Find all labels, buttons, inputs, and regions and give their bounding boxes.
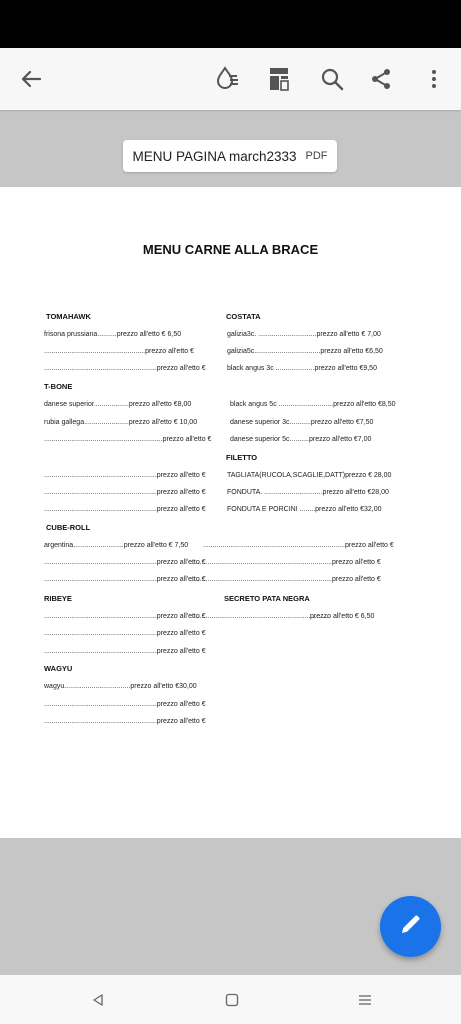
document-layout-icon[interactable] [264, 48, 294, 110]
menu-line: danese superior 5c..........prezzo all'e… [230, 436, 372, 443]
menu-line: ........................................… [44, 506, 206, 513]
menu-line: danese superior..................prezzo … [44, 401, 192, 408]
menu-line: ........................................… [44, 436, 212, 443]
menu-line: ........................................… [44, 472, 206, 479]
system-nav-bar [0, 975, 461, 1024]
menu-line: ........................................… [44, 348, 194, 355]
recents-menu-icon[interactable] [345, 975, 385, 1024]
section-title-wagyu: WAGYU [44, 664, 73, 673]
menu-line: ........................................… [44, 365, 206, 372]
more-vert-icon[interactable] [424, 48, 444, 110]
menu-line: rubia gallega.......................prez… [44, 419, 198, 426]
share-icon[interactable] [366, 48, 396, 110]
section-title-ribeye: RIBEYE [44, 594, 72, 603]
section-title-costata: COSTATA [226, 312, 261, 321]
menu-line: galizia5c...............................… [227, 348, 383, 355]
section-title-secreto: SECRETO PATA NEGRA [224, 594, 310, 603]
document-filename: MENU PAGINA march2333 [132, 148, 297, 164]
menu-line: danese superior 3c...........prezzo all'… [230, 419, 374, 426]
search-icon[interactable] [316, 48, 348, 110]
menu-line: black angus 3c ....................prezz… [227, 365, 377, 372]
document-title-chip: MENU PAGINA march2333 PDF [123, 140, 337, 172]
status-bar [0, 0, 461, 48]
menu-line: ........................................… [44, 489, 206, 496]
menu-line: black angus 5c .........................… [230, 401, 396, 408]
reading-mode-icon[interactable] [210, 48, 244, 110]
menu-line: ........................................… [190, 613, 329, 620]
menu-line: argentina..........................prezz… [44, 542, 189, 549]
menu-line: ........................................… [44, 701, 206, 708]
section-title-filetto: FILETTO [226, 453, 258, 462]
menu-line: wagyu..................................p… [44, 683, 197, 690]
menu-line: FONDUTA E PORCINI ........prezzo all'ett… [227, 506, 382, 513]
menu-line: ........................................… [44, 613, 206, 620]
edit-fab-button[interactable] [380, 896, 441, 957]
menu-line: ........................................… [190, 576, 381, 583]
menu-line: prezzo all'etto € 6,50 [310, 613, 375, 620]
menu-line: FONDUTA. ..............................p… [227, 489, 389, 496]
menu-line: ........................................… [44, 576, 206, 583]
back-triangle-icon[interactable] [78, 975, 118, 1024]
pdf-page: MENU CARNE ALLA BRACE TOMAHAWK frisona p… [0, 187, 461, 838]
section-title-tomahawk: TOMAHAWK [46, 312, 91, 321]
back-arrow-icon[interactable] [12, 48, 50, 110]
edit-pencil-icon [399, 912, 423, 941]
menu-line: ........................................… [44, 630, 206, 637]
menu-line: frisona prussiana..........prezzo all'et… [44, 331, 182, 338]
menu-line: ........................................… [44, 648, 206, 655]
menu-line: galizia3c. .............................… [227, 331, 381, 338]
menu-line: ........................................… [44, 559, 206, 566]
document-type-label: PDF [305, 150, 328, 162]
home-square-icon[interactable] [212, 975, 252, 1024]
section-title-cuberoll: CUBE-ROLL [46, 523, 91, 532]
menu-line: TAGLIATA(RUCOLA,SCAGLIE,DATT)prezzo € 28… [227, 472, 392, 479]
menu-line: ........................................… [44, 718, 206, 725]
menu-line: ........................................… [203, 542, 394, 549]
app-bar [0, 48, 461, 110]
menu-line: ........................................… [190, 559, 381, 566]
menu-heading: MENU CARNE ALLA BRACE [142, 242, 319, 257]
section-title-tbone: T-BONE [44, 382, 73, 391]
